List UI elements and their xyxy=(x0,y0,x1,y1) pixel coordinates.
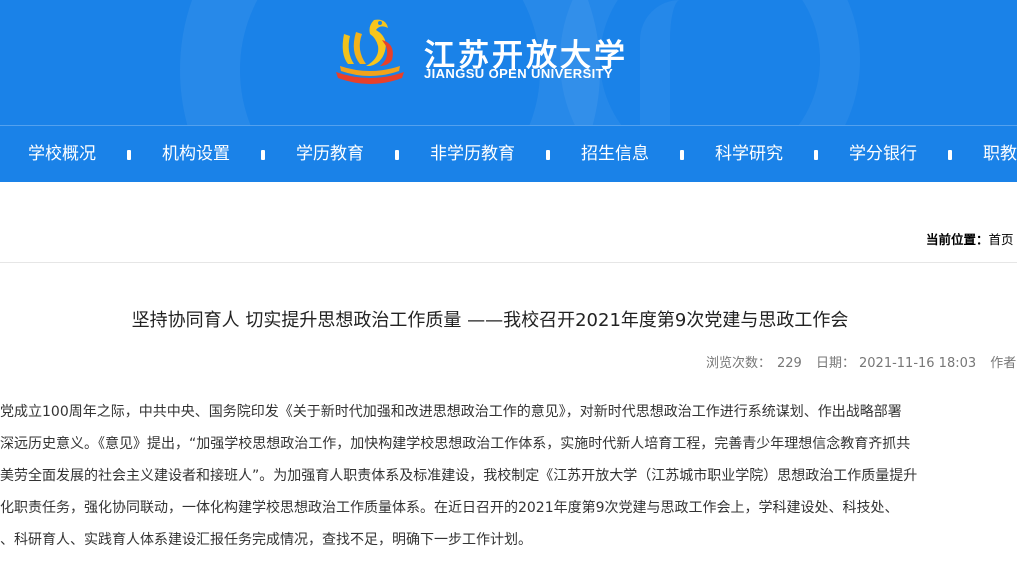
nav-separator xyxy=(948,150,952,160)
nav-item-school-overview[interactable]: 学校概况 xyxy=(28,126,96,182)
nav-separator xyxy=(395,150,399,160)
university-name-en[interactable]: JIANGSU OPEN UNIVERSITY xyxy=(424,66,613,81)
article-title: 坚持协同育人 切实提升思想政治工作质量 ——我校召开2021年度第9次党建与思政… xyxy=(131,310,849,331)
nav-item-research[interactable]: 科学研究 xyxy=(715,126,783,182)
header-decoration xyxy=(640,0,720,125)
author-label: 作者 xyxy=(990,356,1017,371)
publish-date: 2021-11-16 18:03 xyxy=(859,356,977,371)
article-meta: 浏览次数： 229 日期： 2021-11-16 18:03 作者 xyxy=(706,352,1017,371)
article-paragraph-line: 党成立100周年之际，中共中央、国务院印发《关于新时代加强和改进思想政治工作的意… xyxy=(0,404,902,420)
breadcrumb-label: 当前位置： xyxy=(926,232,989,247)
site-header: 江苏开放大学 JIANGSU OPEN UNIVERSITY xyxy=(0,0,1017,125)
nav-item-degree-education[interactable]: 学历教育 xyxy=(296,126,364,182)
nav-separator xyxy=(261,150,265,160)
main-navigation: 学校概况 机构设置 学历教育 非学历教育 招生信息 科学研究 学分银行 职教 xyxy=(0,125,1017,182)
nav-separator xyxy=(814,150,818,160)
university-logo-icon[interactable] xyxy=(330,14,410,94)
nav-item-admissions[interactable]: 招生信息 xyxy=(581,126,649,182)
date-label: 日期： xyxy=(815,356,855,371)
nav-separator xyxy=(127,150,131,160)
views-label: 浏览次数： xyxy=(706,356,772,371)
article-paragraph-line: 深远历史意义。《意见》提出，“加强学校思想政治工作，加快构建学校思想政治工作体系… xyxy=(0,436,911,452)
nav-item-non-degree-education[interactable]: 非学历教育 xyxy=(430,126,515,182)
nav-item-departments[interactable]: 机构设置 xyxy=(162,126,230,182)
nav-separator xyxy=(546,150,550,160)
nav-separator xyxy=(680,150,684,160)
content-divider xyxy=(0,262,1017,263)
article-paragraph-line: 化职责任务，强化协同联动，一体化构建学校思想政治工作质量体系。在近日召开的202… xyxy=(0,500,899,516)
article-paragraph-line: 美劳全面发展的社会主义建设者和接班人”。为加强育人职责体系及标准建设，我校制定《… xyxy=(0,468,918,484)
breadcrumb-home-link[interactable]: 首页 xyxy=(989,232,1014,247)
nav-item-credit-bank[interactable]: 学分银行 xyxy=(849,126,917,182)
views-count: 229 xyxy=(777,356,802,371)
breadcrumb: 当前位置：首页 xyxy=(926,229,1014,248)
nav-item-vocational-education[interactable]: 职教 xyxy=(983,126,1017,182)
article-paragraph-line: 、科研育人、实践育人体系建设汇报任务完成情况，查找不足，明确下一步工作计划。 xyxy=(0,532,532,548)
